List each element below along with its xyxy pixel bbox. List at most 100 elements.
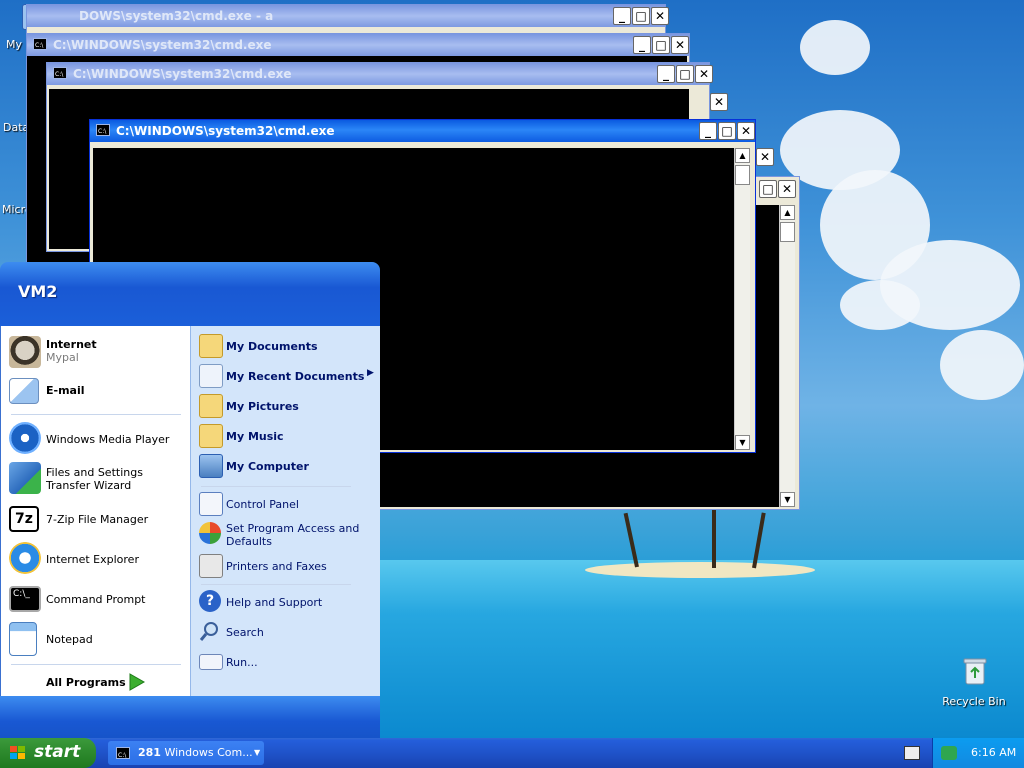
close-button[interactable]: ✕ [695,65,713,83]
maximize-button[interactable]: □ [759,180,777,198]
browser-mascot-icon [9,336,41,368]
place-label: My Pictures [226,400,299,413]
start-item-label: Command Prompt [46,593,146,606]
help-icon: ? [199,590,221,612]
recycle-bin-label[interactable]: Recycle Bin [937,695,1011,708]
start-search[interactable]: Search [199,620,375,646]
window-titlebar[interactable]: C:\WINDOWS\system32\cmd.exe [27,34,689,56]
setting-label: Control Panel [226,498,299,511]
start-run[interactable]: Run... [199,650,375,676]
window-title: C:\WINDOWS\system32\cmd.exe [73,67,292,81]
maximize-button[interactable]: □ [718,122,736,140]
transfer-wizard-icon [9,462,41,494]
printer-icon [199,554,223,578]
recycle-bin-icon[interactable] [962,656,988,686]
start-item-command-prompt[interactable]: C:\_ Command Prompt [9,582,185,618]
close-button[interactable]: ✕ [651,7,669,25]
start-button[interactable]: start [0,738,96,768]
command-prompt-icon: C:\_ [9,586,41,612]
setting-label: Set Program Access and Defaults [226,522,360,548]
start-label: start [34,742,81,762]
start-item-transfer-wizard[interactable]: Files and Settings Transfer Wizard [9,462,185,498]
start-item-7zip[interactable]: 7z 7-Zip File Manager [9,502,185,538]
email-icon [9,378,39,404]
user-name: VM2 [18,282,58,301]
minimize-button[interactable]: _ [699,122,717,140]
start-item-label: Internet [46,338,97,351]
start-item-label: 7-Zip File Manager [46,513,149,526]
desktop-icon-label[interactable]: My [6,38,22,51]
separator [201,486,351,487]
scroll-down-button[interactable]: ▼ [735,435,750,450]
start-help-and-support[interactable]: ? Help and Support [199,590,375,616]
start-item-internet[interactable]: Internet Mypal [9,336,185,370]
start-item-notepad[interactable]: Notepad [9,622,185,658]
all-programs-label: All Programs [46,676,126,689]
submenu-arrow-icon: ▶ [367,368,374,378]
cloud [840,280,920,330]
recent-documents-icon [199,364,223,388]
maximize-button[interactable]: □ [676,65,694,83]
minimize-button[interactable]: _ [633,36,651,54]
scroll-thumb[interactable] [735,165,750,185]
pictures-folder-icon [199,394,223,418]
start-menu-header: VM2 [0,262,380,326]
window-titlebar[interactable]: C:\WINDOWS\system32\cmd.exe [47,63,709,85]
start-setting-control-panel[interactable]: Control Panel [199,492,375,518]
task-group-count: 281 [138,746,161,759]
cmd-icon [53,64,67,85]
scroll-down-button[interactable]: ▼ [780,492,795,507]
notepad-icon [9,622,37,656]
start-place-my-pictures[interactable]: My Pictures [199,394,375,420]
start-setting-printers[interactable]: Printers and Faxes [199,554,375,580]
separator [201,584,351,585]
place-label: My Computer [226,460,309,473]
close-button[interactable]: ✕ [671,36,689,54]
start-place-my-music[interactable]: My Music [199,424,375,450]
window-titlebar[interactable]: DOWS\system32\cmd.exe - a [27,5,665,27]
help-label: Run... [226,656,258,669]
separator [11,664,181,665]
setting-label: Printers and Faxes [226,560,327,573]
program-access-icon [199,522,221,544]
close-button[interactable]: ✕ [778,180,796,198]
close-button[interactable]: ✕ [737,122,755,140]
start-setting-program-access[interactable]: Set Program Access and Defaults [199,522,375,550]
start-place-my-documents[interactable]: My Documents [199,334,375,360]
vertical-scrollbar[interactable]: ▲ ▼ [734,148,750,450]
chevron-down-icon: ▼ [254,748,261,757]
close-button[interactable]: ✕ [710,93,728,111]
window-titlebar[interactable]: C:\WINDOWS\system32\cmd.exe [90,120,755,142]
maximize-button[interactable]: □ [652,36,670,54]
scroll-up-button[interactable]: ▲ [735,148,750,163]
scroll-thumb[interactable] [780,222,795,242]
minimize-button[interactable]: _ [613,7,631,25]
scroll-up-button[interactable]: ▲ [780,205,795,220]
arrow-right-icon [129,673,146,691]
clock[interactable]: 6:16 AM [971,746,1016,759]
keyboard-icon[interactable] [904,746,920,760]
task-group-label: Windows Com... [164,746,253,759]
vertical-scrollbar[interactable]: ▲ ▼ [779,205,795,507]
start-item-email[interactable]: E-mail [9,374,185,408]
start-place-my-computer[interactable]: My Computer [199,454,375,480]
start-item-internet-explorer[interactable]: Internet Explorer [9,542,185,578]
minimize-button[interactable]: _ [657,65,675,83]
start-item-label: Windows Media Player [46,433,170,446]
palm-tree [712,510,716,568]
windows-logo-icon [10,746,25,759]
close-button[interactable]: ✕ [756,148,774,166]
cmd-window-edge[interactable]: ✕ [680,90,734,116]
system-tray: 6:16 AM [932,738,1024,768]
help-label: Help and Support [226,596,323,609]
taskbar-group-button[interactable]: 281 Windows Com... ▼ [108,741,264,765]
cmd-icon [96,121,110,142]
start-item-media-player[interactable]: Windows Media Player [9,422,185,458]
all-programs-button[interactable]: All Programs [41,670,151,694]
maximize-button[interactable]: □ [632,7,650,25]
start-menu: VM2 Internet Mypal E-mail Windows Media P… [0,262,380,738]
help-label: Search [226,626,264,639]
network-icon[interactable] [941,746,957,760]
start-place-my-recent-documents[interactable]: My Recent Documents ▶ [199,364,375,390]
cmd-window[interactable]: DOWS\system32\cmd.exe - a _ □ ✕ [26,4,669,34]
